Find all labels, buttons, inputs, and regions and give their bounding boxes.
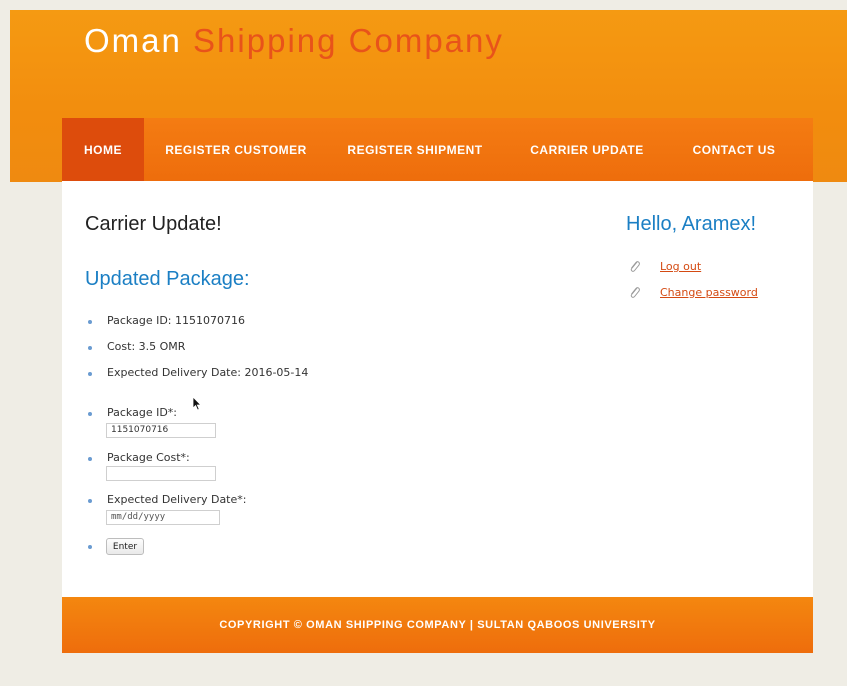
paperclip-icon [630, 287, 640, 298]
package-cost-label: Package Cost*: [107, 451, 190, 464]
bullet-icon [88, 320, 92, 324]
site-title: Oman Shipping Company [84, 22, 504, 60]
site-title-word1: Oman [84, 22, 182, 59]
package-id-label: Package ID*: [107, 406, 178, 419]
footer: COPYRIGHT © OMAN SHIPPING COMPANY | SULT… [62, 597, 813, 653]
bullet-icon [88, 346, 92, 350]
mouse-pointer-icon [192, 396, 202, 411]
page-title: Carrier Update! [85, 213, 222, 235]
info-cost: Cost: 3.5 OMR [107, 340, 186, 353]
logout-link[interactable]: Log out [660, 260, 701, 273]
bullet-icon [88, 457, 92, 461]
bullet-icon [88, 499, 92, 503]
change-password-link[interactable]: Change password [660, 286, 758, 299]
updated-package-heading: Updated Package: [85, 268, 250, 290]
info-delivery-date: Expected Delivery Date: 2016-05-14 [107, 366, 309, 379]
footer-copyright: COPYRIGHT © OMAN SHIPPING COMPANY | SULT… [219, 619, 656, 631]
enter-button[interactable]: Enter [106, 538, 144, 555]
package-id-input[interactable]: 1151070716 [106, 423, 216, 438]
greeting: Hello, Aramex! [626, 213, 757, 235]
nav-register-shipment[interactable]: REGISTER SHIPMENT [328, 118, 502, 181]
paperclip-icon [630, 261, 640, 272]
package-cost-input[interactable] [106, 466, 216, 481]
delivery-date-input[interactable]: mm/dd/yyyy [106, 510, 220, 525]
nav-home[interactable]: HOME [62, 118, 144, 181]
main-nav: HOME REGISTER CUSTOMER REGISTER SHIPMENT… [62, 118, 813, 181]
nav-contact-us[interactable]: CONTACT US [672, 118, 796, 181]
nav-register-customer[interactable]: REGISTER CUSTOMER [144, 118, 328, 181]
info-package-id: Package ID: 1151070716 [107, 314, 245, 327]
content-panel: Carrier Update! Updated Package: Package… [62, 181, 813, 597]
site-title-word2: Shipping Company [193, 22, 504, 59]
bullet-icon [88, 372, 92, 376]
bullet-icon [88, 545, 92, 549]
nav-carrier-update[interactable]: CARRIER UPDATE [502, 118, 672, 181]
bullet-icon [88, 412, 92, 416]
delivery-date-label: Expected Delivery Date*: [107, 493, 247, 506]
